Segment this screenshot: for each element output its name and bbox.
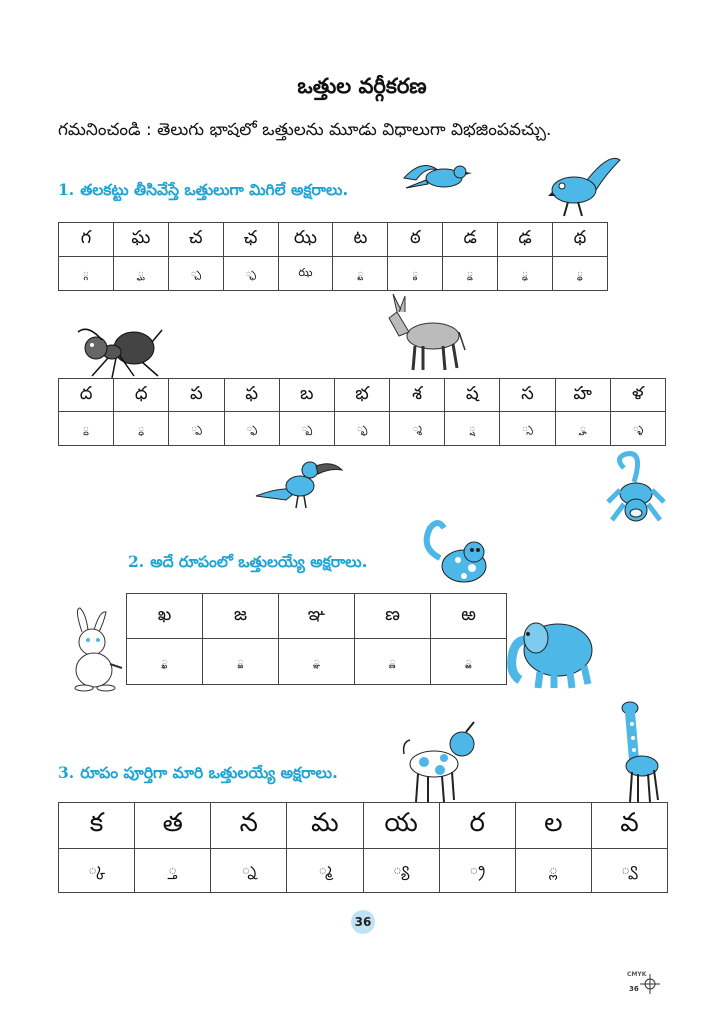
letter-cell: మ	[286, 802, 364, 849]
monkey-icon	[606, 451, 666, 522]
section-3-heading: 3. రూపం పూర్తిగా మారి ఒత్తులయ్యే అక్షరాలు…	[58, 763, 338, 786]
bird-icon	[548, 158, 621, 217]
bird-icon	[403, 165, 472, 189]
letter-cell: స	[499, 378, 556, 412]
letter-cell: ట	[332, 222, 389, 257]
cat-icon	[423, 520, 487, 583]
letter-cell: ద	[57, 378, 115, 412]
section-2-title: అదే రూపంలో ఒత్తులయ్యే అక్షరాలు.	[150, 553, 368, 571]
ottu-cell: ్ఢ	[497, 256, 554, 291]
ottu-cell: ్గ	[58, 256, 114, 291]
letter-cell: ఢ	[497, 222, 554, 257]
print-page-number: 36	[629, 985, 639, 993]
section-2-number: 2.	[128, 552, 145, 571]
ottu-cell: ఝ	[277, 256, 334, 291]
letter-cell: ఞ	[278, 593, 355, 639]
ottu-cell: ్ళ	[609, 411, 667, 446]
letter-cell: ఛ	[222, 222, 279, 257]
letter-cell: బ	[278, 378, 335, 412]
letter-cell: క	[57, 802, 136, 849]
ottu-cell: ్బ	[278, 411, 335, 446]
letter-cell: చ	[167, 222, 224, 257]
ottu-cell: ్ఠ	[387, 256, 444, 291]
letter-cell: గ	[58, 222, 114, 257]
ottu-cell: ్జ	[202, 638, 279, 685]
intro-text: గమనించండి : తెలుగు భాషలో ఒత్తులను మూడు వ…	[58, 120, 552, 140]
letter-cell: య	[362, 802, 440, 849]
ottu-cell: ్ఱ	[430, 638, 507, 685]
ottu-cell: ్య	[362, 848, 440, 893]
ottu-cell: ్ధ	[113, 411, 170, 446]
ottulu-table-1b: దధపఫబభశషసహళ ్ద్ధ్ప్ఫ్బ్భ్శ్ష్స్హ్ళ	[57, 378, 667, 446]
dog-icon	[402, 721, 475, 803]
letter-cell: ప	[168, 378, 225, 412]
letter-cell: ల	[514, 802, 592, 849]
letter-cell: ష	[444, 378, 501, 412]
section-3-number: 3.	[58, 763, 75, 782]
letter-cell: హ	[554, 378, 611, 412]
letter-cell: ఝ	[277, 222, 334, 257]
registration-mark-icon	[640, 974, 660, 994]
letter-cell: వ	[590, 802, 669, 849]
page-title: ఒత్తుల వర్గీకరణ	[297, 74, 427, 98]
ottu-cell: ్త	[134, 848, 212, 893]
letter-cell: శ	[389, 378, 446, 412]
ant-icon	[77, 328, 163, 379]
ottu-cell: ్థ	[552, 256, 608, 291]
ottu-cell: ్చ	[167, 256, 224, 291]
letter-cell: ఱ	[430, 593, 507, 639]
ottu-cell: ్ఛ	[222, 256, 279, 291]
ottu-cell: ్వ	[590, 848, 669, 893]
hornbill-icon	[255, 461, 344, 509]
section-1-number: 1.	[58, 180, 75, 199]
ottu-cell: ్శ	[389, 411, 446, 446]
section-1-title: తలకట్టు తీసివేస్తే ఒత్తులుగా మిగిలే అక్ష…	[80, 181, 349, 199]
letter-cell: ణ	[354, 593, 431, 639]
letter-cell: త	[134, 802, 212, 849]
ottu-cell: ్ర	[438, 848, 516, 893]
ottu-cell: ్ఖ	[126, 638, 203, 685]
section-2-heading: 2. అదే రూపంలో ఒత్తులయ్యే అక్షరాలు.	[128, 552, 367, 575]
ottu-cell: ్ఞ	[278, 638, 355, 685]
ottu-cell: ్న	[210, 848, 288, 893]
rabbit-icon	[74, 607, 123, 692]
ottu-cell: ్ల	[514, 848, 592, 893]
page-number: 36	[351, 910, 375, 934]
letter-cell: ధ	[113, 378, 170, 412]
ottu-cell: ్డ	[442, 256, 499, 291]
donkey-icon	[388, 293, 466, 371]
ottu-cell: ్ప	[168, 411, 225, 446]
section-1-heading: 1. తలకట్టు తీసివేస్తే ఒత్తులుగా మిగిలే అక…	[58, 180, 348, 203]
ottu-cell: ్ద	[57, 411, 115, 446]
letter-cell: ఘ	[112, 222, 169, 257]
ottu-cell: ్హ	[554, 411, 611, 446]
ottu-cell: ్స	[499, 411, 556, 446]
ottu-cell: ్ట	[332, 256, 389, 291]
letter-cell: ఖ	[126, 593, 203, 639]
ottulu-table-3: కతనమయరలవ ్క్త్న్మ్య్ర్ల్వ	[57, 802, 669, 893]
ottulu-table-1a: గఘచఛఝటఠడఢథ ్గ్ఘ్చ్ఛ ఝ్ట్ఠ్డ్ఢ్థ	[58, 222, 608, 291]
ottu-cell: ్ఫ	[223, 411, 280, 446]
ottu-cell: ్భ	[333, 411, 391, 446]
ottu-cell: ్ష	[444, 411, 501, 446]
elephant-icon	[507, 622, 593, 689]
letter-cell: న	[210, 802, 288, 849]
letter-cell: థ	[552, 222, 608, 257]
letter-cell: ఠ	[387, 222, 444, 257]
letter-cell: భ	[333, 378, 391, 412]
giraffe-icon	[621, 701, 659, 803]
ottulu-table-2: ఖజఞణఱ ్ఖ్జ్ఞ్ణ్ఱ	[126, 593, 507, 685]
ottu-cell: ్మ	[286, 848, 364, 893]
section-3-title: రూపం పూర్తిగా మారి ఒత్తులయ్యే అక్షరాలు.	[80, 764, 338, 782]
ottu-cell: ్ఘ	[112, 256, 169, 291]
ottu-cell: ్ణ	[354, 638, 431, 685]
letter-cell: డ	[442, 222, 499, 257]
ottu-cell: ్క	[57, 848, 136, 893]
letter-cell: ళ	[609, 378, 667, 412]
letter-cell: ఫ	[223, 378, 280, 412]
letter-cell: ర	[438, 802, 516, 849]
letter-cell: జ	[202, 593, 279, 639]
